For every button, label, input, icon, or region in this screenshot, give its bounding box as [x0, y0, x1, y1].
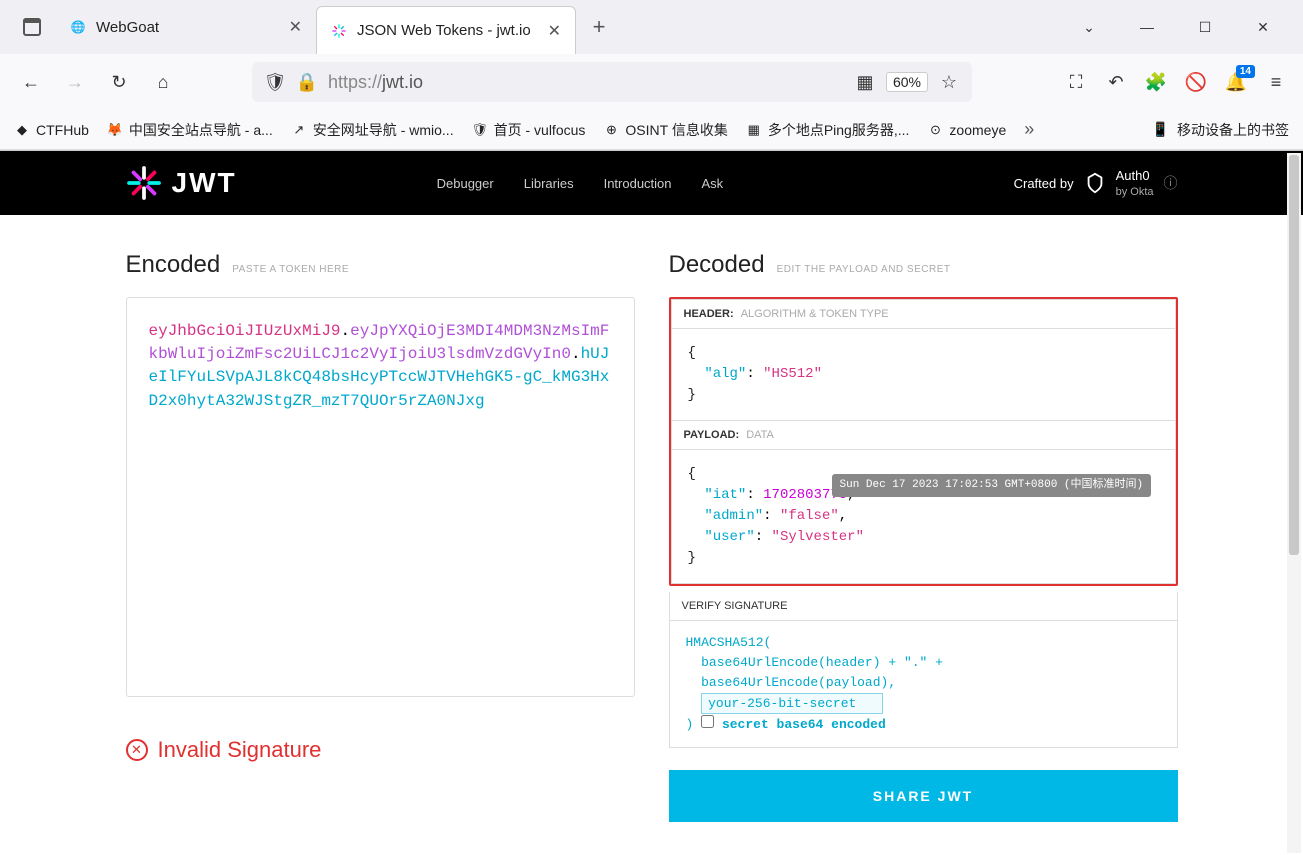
bookmark-vulfocus[interactable]: 🛡首页 - vulfocus	[472, 120, 586, 140]
bookmark-icon: ⊙	[927, 122, 943, 138]
bookmark-ctfhub[interactable]: ◆CTFHub	[14, 122, 89, 138]
sidebar-toggle[interactable]	[8, 18, 56, 36]
verify-section: VERIFY SIGNATURE HMACSHA512( base64UrlEn…	[669, 592, 1178, 748]
menu-button[interactable]: ≡	[1265, 71, 1287, 93]
reload-button[interactable]: ↻	[104, 67, 134, 97]
decoded-subtitle: EDIT THE PAYLOAD AND SECRET	[777, 264, 951, 275]
payload-section-title: PAYLOAD: DATA	[672, 421, 1175, 450]
decoded-title: Decoded	[669, 251, 765, 279]
lock-icon[interactable]: 🔒	[296, 71, 318, 93]
header-section: HEADER: ALGORITHM & TOKEN TYPE { "alg": …	[671, 299, 1176, 421]
site-nav: Debugger Libraries Introduction Ask	[437, 176, 724, 191]
notif-count: 14	[1236, 65, 1255, 78]
tab-title: JSON Web Tokens - jwt.io	[357, 22, 538, 39]
bookmark-osint[interactable]: ⊕OSINT 信息收集	[603, 120, 727, 140]
bookmark-icon: 🛡	[472, 122, 488, 138]
bookmark-icon: ⊕	[603, 122, 619, 138]
nav-introduction[interactable]: Introduction	[604, 176, 672, 191]
back-button[interactable]: ←	[16, 67, 46, 97]
minimize-button[interactable]: —	[1133, 13, 1161, 41]
tab-webgoat[interactable]: 🌐 WebGoat ✕	[56, 6, 316, 48]
share-jwt-button[interactable]: SHARE JWT	[669, 770, 1178, 822]
url-text: https://jwt.io	[328, 72, 844, 93]
bookmark-zoomeye[interactable]: ⊙zoomeye	[927, 122, 1006, 138]
url-bar[interactable]: 🛡 🔒 https://jwt.io ▦ 60% ☆	[252, 62, 972, 102]
verify-section-title: VERIFY SIGNATURE	[670, 592, 1177, 621]
encoded-column: Encoded PASTE A TOKEN HERE eyJhbGciOiJIU…	[126, 251, 635, 822]
crafted-by[interactable]: Crafted by Auth0by Okta ⓘ	[1014, 168, 1178, 198]
decoded-highlight: HEADER: ALGORITHM & TOKEN TYPE { "alg": …	[669, 297, 1178, 586]
close-window-button[interactable]: ✕	[1249, 13, 1277, 41]
bookmark-icon: ↗	[291, 122, 307, 138]
signature-status: ✕ Invalid Signature	[126, 737, 635, 763]
notifications-icon[interactable]: 🔔14	[1225, 71, 1247, 93]
favicon-generic-icon: 🌐	[70, 19, 86, 35]
extensions-icon[interactable]: 🧩	[1145, 71, 1167, 93]
shield-icon[interactable]: 🛡	[264, 71, 286, 93]
invalid-icon: ✕	[126, 739, 148, 761]
jwt-logo-text: JWT	[172, 167, 237, 199]
bookmark-icon: 🦊	[107, 122, 123, 138]
tabs-bar: 🌐 WebGoat ✕ JSON Web Tokens - jwt.io ✕ +…	[0, 0, 1303, 54]
decoded-column: Decoded EDIT THE PAYLOAD AND SECRET HEAD…	[669, 251, 1178, 822]
bookmark-ping[interactable]: ▦多个地点Ping服务器,...	[746, 120, 910, 140]
page-content: JWT Debugger Libraries Introduction Ask …	[0, 151, 1303, 855]
secret-input[interactable]	[701, 693, 883, 714]
mobile-icon: 📱	[1152, 121, 1169, 138]
tab-title: WebGoat	[96, 19, 279, 36]
info-icon[interactable]: ⓘ	[1164, 173, 1178, 193]
secret-b64-checkbox[interactable]	[701, 715, 714, 728]
nav-bar: ← → ↻ ⌂ 🛡 🔒 https://jwt.io ▦ 60% ☆ ⛶ ↶ 🧩…	[0, 54, 1303, 110]
favicon-jwt-icon	[331, 23, 347, 39]
bookmark-icon: ◆	[14, 122, 30, 138]
encoded-textarea[interactable]: eyJhbGciOiJIUzUxMiJ9.eyJpYXQiOjE3MDI4MDM…	[126, 297, 635, 697]
zoom-badge[interactable]: 60%	[886, 72, 928, 92]
home-button[interactable]: ⌂	[148, 67, 178, 97]
star-icon[interactable]: ☆	[938, 71, 960, 93]
token-header: eyJhbGciOiJIUzUxMiJ9	[149, 322, 341, 340]
undo-icon[interactable]: ↶	[1105, 71, 1127, 93]
nav-libraries[interactable]: Libraries	[524, 176, 574, 191]
noscript-icon[interactable]: 🚫	[1185, 71, 1207, 93]
bookmark-wmio[interactable]: ↗安全网址导航 - wmio...	[291, 120, 454, 140]
jwt-logo[interactable]: JWT	[126, 165, 237, 201]
maximize-button[interactable]: ☐	[1191, 13, 1219, 41]
bookmarks-overflow[interactable]: »	[1024, 119, 1034, 140]
bookmark-secnav[interactable]: 🦊中国安全站点导航 - a...	[107, 120, 273, 140]
payload-json-editor[interactable]: { "iat": 1702803773, "admin": "false", "…	[672, 450, 1175, 583]
close-icon[interactable]: ✕	[289, 17, 302, 37]
payload-section: PAYLOAD: DATA { "iat": 1702803773, "admi…	[671, 421, 1176, 584]
site-header: JWT Debugger Libraries Introduction Ask …	[0, 151, 1303, 215]
container-icon	[23, 18, 41, 36]
bookmark-mobile[interactable]: 移动设备上的书签	[1177, 120, 1289, 140]
bookmark-icon: ▦	[746, 122, 762, 138]
auth0-icon	[1084, 172, 1106, 194]
secret-b64-label: secret base64 encoded	[722, 717, 886, 732]
nav-debugger[interactable]: Debugger	[437, 176, 494, 191]
jwt-logo-icon	[126, 165, 162, 201]
new-tab-button[interactable]: +	[580, 8, 618, 46]
verify-body: HMACSHA512( base64UrlEncode(header) + ".…	[670, 621, 1177, 747]
encoded-subtitle: PASTE A TOKEN HERE	[232, 264, 349, 275]
crop-icon[interactable]: ⛶	[1065, 71, 1087, 93]
scrollbar[interactable]	[1287, 153, 1301, 853]
qr-icon[interactable]: ▦	[854, 71, 876, 93]
forward-button: →	[60, 67, 90, 97]
tabs-dropdown-icon[interactable]: ⌄	[1075, 13, 1103, 41]
iat-tooltip: Sun Dec 17 2023 17:02:53 GMT+0800 (中国标准时…	[832, 474, 1152, 497]
header-section-title: HEADER: ALGORITHM & TOKEN TYPE	[672, 300, 1175, 329]
scroll-thumb[interactable]	[1289, 155, 1299, 555]
close-icon[interactable]: ✕	[548, 21, 561, 41]
bookmarks-bar: ◆CTFHub 🦊中国安全站点导航 - a... ↗安全网址导航 - wmio.…	[0, 110, 1303, 150]
encoded-title: Encoded	[126, 251, 221, 279]
tab-jwt[interactable]: JSON Web Tokens - jwt.io ✕	[316, 6, 576, 54]
nav-ask[interactable]: Ask	[702, 176, 724, 191]
header-json-editor[interactable]: { "alg": "HS512" }	[672, 329, 1175, 420]
